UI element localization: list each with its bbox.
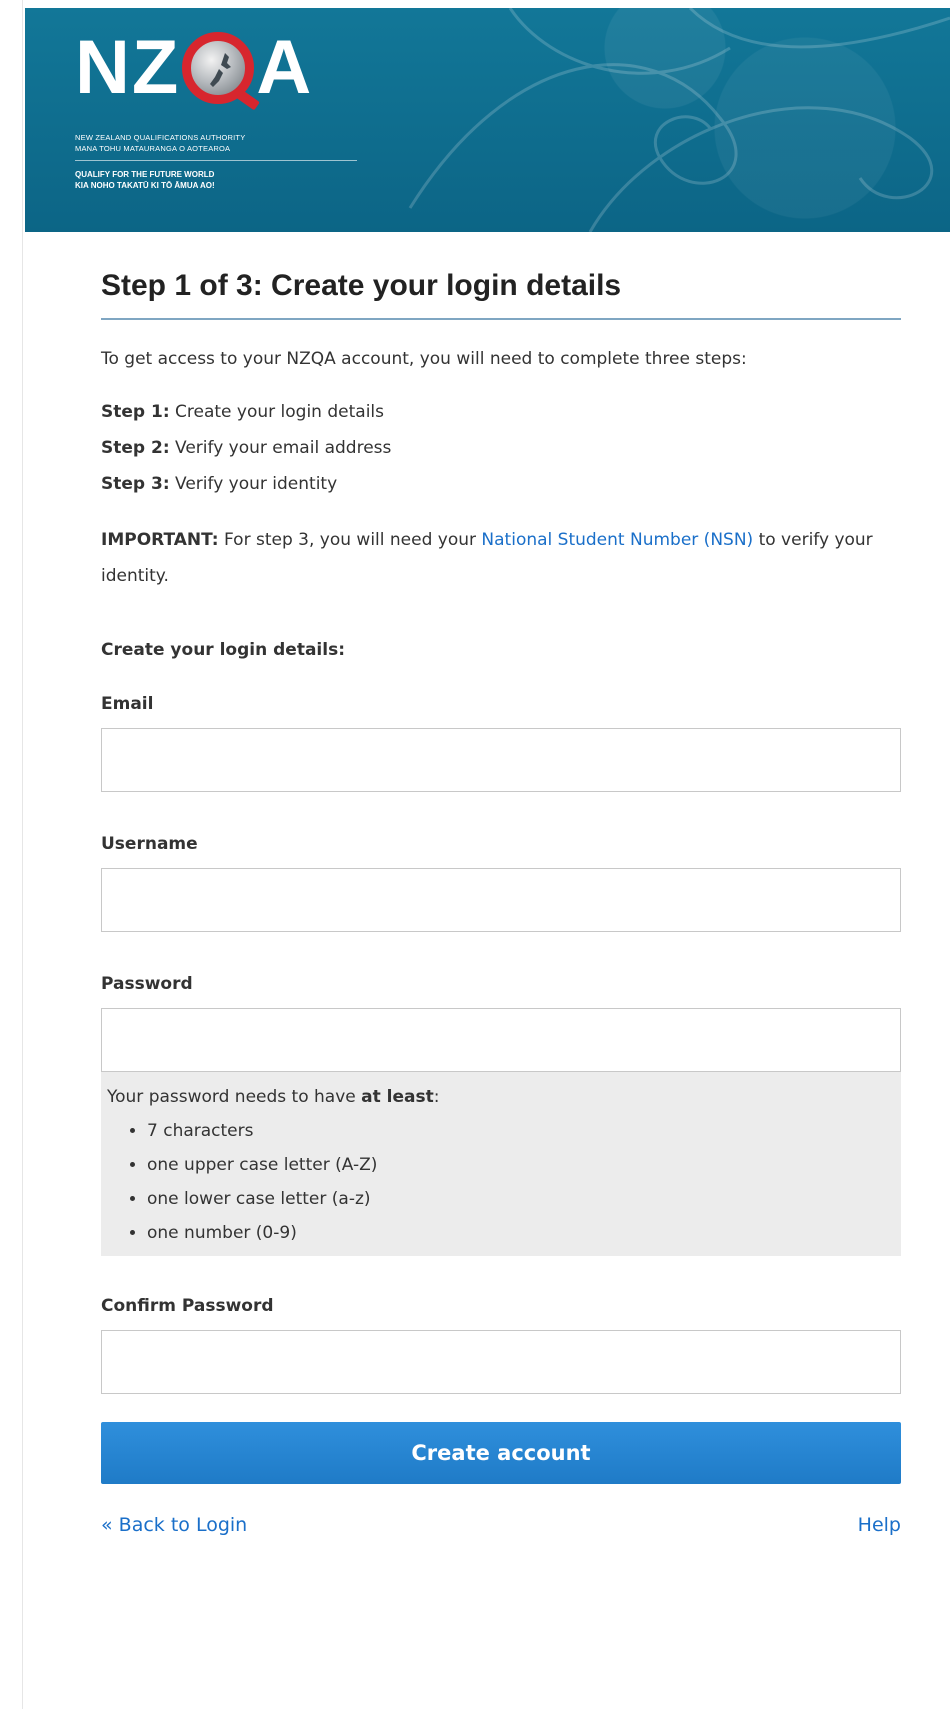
password-rule: one lower case letter (a-z) xyxy=(147,1182,895,1216)
confirm-password-field[interactable] xyxy=(101,1330,901,1394)
back-to-login-link[interactable]: « Back to Login xyxy=(101,1514,247,1536)
step-item: Step 1: Create your login details xyxy=(101,394,901,430)
username-field[interactable] xyxy=(101,868,901,932)
logo-tagline: QUALIFY FOR THE FUTURE WORLD KIA NOHO TA… xyxy=(75,169,395,191)
intro-text: To get access to your NZQA account, you … xyxy=(101,349,747,369)
registration-form-panel: Step 1 of 3: Create your login details T… xyxy=(101,268,901,1536)
important-label: IMPORTANT: xyxy=(101,530,219,550)
confirm-password-label: Confirm Password xyxy=(101,1296,274,1316)
nsn-link[interactable]: National Student Number (NSN) xyxy=(481,530,753,550)
password-hint-intro: Your password needs to have at least: xyxy=(107,1080,895,1114)
step-label: Step 3: xyxy=(101,474,170,494)
page-title: Step 1 of 3: Create your login details xyxy=(101,268,901,320)
steps-list: Step 1: Create your login details Step 2… xyxy=(101,394,901,502)
step-text: Create your login details xyxy=(169,402,385,422)
email-group: Email xyxy=(101,692,901,792)
logo-divider xyxy=(75,160,357,161)
password-rule: one number (0-9) xyxy=(147,1216,895,1250)
step-label: Step 2: xyxy=(101,438,170,458)
email-field[interactable] xyxy=(101,728,901,792)
password-field[interactable] xyxy=(101,1008,901,1072)
logo-letter-a: A xyxy=(256,25,314,110)
step-text: Verify your email address xyxy=(169,438,392,458)
nzqa-logo[interactable]: NZ A NEW ZEALAND QUALIFICATIONS AUTHORIT… xyxy=(75,28,395,191)
logo-globe-icon xyxy=(182,32,255,104)
step-item: Step 3: Verify your identity xyxy=(101,466,901,502)
important-text: For step 3, you will need your xyxy=(218,530,482,550)
email-label: Email xyxy=(101,694,154,714)
create-account-button[interactable]: Create account xyxy=(101,1422,901,1484)
important-notice: IMPORTANT: For step 3, you will need you… xyxy=(101,522,901,594)
logo-tagline-line2: KIA NOHO TAKATŪ KI TŌ ĀMUA AO! xyxy=(75,181,215,190)
logo-letters-nz: NZ xyxy=(75,25,181,110)
password-hint-prefix: Your password needs to have xyxy=(107,1087,362,1107)
password-hint-bold: at least xyxy=(361,1087,434,1107)
username-group: Username xyxy=(101,832,901,932)
footer-links: « Back to Login Help xyxy=(101,1514,901,1536)
logo-subtitle-line2: MANA TOHU MATAURANGA O AOTEAROA xyxy=(75,144,231,153)
step-text: Verify your identity xyxy=(169,474,338,494)
confirm-password-group: Confirm Password xyxy=(101,1294,901,1394)
step-item: Step 2: Verify your email address xyxy=(101,430,901,466)
password-label: Password xyxy=(101,974,193,994)
page-title-text: Create your login details xyxy=(262,269,622,302)
password-rules-list: 7 characters one upper case letter (A-Z)… xyxy=(107,1114,895,1250)
step-label: Step 1: xyxy=(101,402,170,422)
logo-wordmark: NZ A xyxy=(75,28,395,108)
help-link[interactable]: Help xyxy=(858,1514,901,1536)
password-hint-suffix: : xyxy=(433,1087,440,1107)
logo-tagline-line1: QUALIFY FOR THE FUTURE WORLD xyxy=(75,170,215,179)
header-banner: NZ A NEW ZEALAND QUALIFICATIONS AUTHORIT… xyxy=(25,8,950,232)
password-group: Password Your password needs to have at … xyxy=(101,972,901,1256)
section-heading: Create your login details: xyxy=(101,640,345,660)
koru-pattern-decoration xyxy=(408,8,950,232)
password-rule: 7 characters xyxy=(147,1114,895,1148)
password-rule: one upper case letter (A-Z) xyxy=(147,1148,895,1182)
page-title-step: Step 1 of 3: xyxy=(101,269,263,302)
username-label: Username xyxy=(101,834,198,854)
logo-subtitle: NEW ZEALAND QUALIFICATIONS AUTHORITY MAN… xyxy=(75,132,395,154)
nz-map-icon xyxy=(210,53,232,87)
password-requirements: Your password needs to have at least: 7 … xyxy=(101,1072,901,1256)
logo-subtitle-line1: NEW ZEALAND QUALIFICATIONS AUTHORITY xyxy=(75,133,246,142)
